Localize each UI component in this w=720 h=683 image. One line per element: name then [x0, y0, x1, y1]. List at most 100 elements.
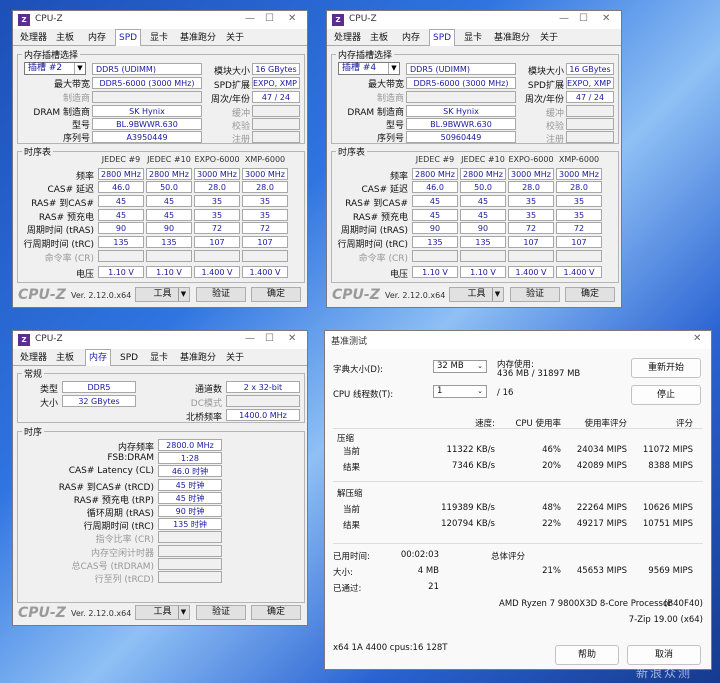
- timing-row-label: RAS# 预充电 (tRP): [73, 495, 154, 506]
- tab-spd[interactable]: SPD: [429, 29, 456, 46]
- nb-freq: 1400.0 MHz: [226, 409, 300, 421]
- col-header: EXPO-6000: [508, 155, 554, 164]
- tools-button[interactable]: 工具 ▼: [449, 287, 504, 302]
- timings-label: 时序: [22, 425, 45, 438]
- zip-version: 7-Zip 19.00 (x64): [628, 615, 703, 625]
- footer: CPU-Z Ver. 2.12.0.x64 工具 ▼ 验证 确定: [327, 285, 621, 307]
- slot-select[interactable]: 插槽 #4 ▼: [338, 62, 400, 75]
- dc-mode: [226, 395, 300, 407]
- tab-about[interactable]: 关于: [223, 351, 247, 365]
- value-cell: 10751 MIPS: [642, 519, 693, 529]
- minimize-button[interactable]: —: [245, 13, 255, 24]
- dict-size-select[interactable]: 32 MB ⌄: [433, 360, 487, 373]
- timing-cell: 45: [412, 209, 458, 221]
- cpuz-logo: CPU-Z: [332, 287, 380, 303]
- timing-row-value: [158, 571, 222, 583]
- tab-memory[interactable]: 内存: [399, 31, 423, 45]
- timing-cell: [146, 250, 192, 262]
- timing-cell: 2800 MHz: [412, 168, 458, 180]
- slot-select[interactable]: 插槽 #2 ▼: [24, 62, 86, 75]
- maximize-button[interactable]: ☐: [265, 333, 274, 344]
- close-button[interactable]: ✕: [288, 13, 296, 24]
- value-cell: 11072 MIPS: [642, 445, 693, 455]
- correction-label: 校验: [231, 122, 250, 132]
- buffered-label: 缓冲: [545, 109, 564, 119]
- timing-cell: 90: [98, 222, 144, 234]
- tab-mainboard[interactable]: 主板: [53, 31, 77, 45]
- tab-bench[interactable]: 基准跑分: [491, 31, 533, 45]
- tab-memory[interactable]: 内存: [85, 349, 112, 366]
- decompress-heading: 解压缩: [337, 489, 363, 499]
- rcd-label: RAS# 到CAS#: [31, 199, 94, 209]
- chevron-down-icon: ▼: [178, 606, 188, 619]
- timing-cell: 50.0: [146, 181, 192, 193]
- ok-button[interactable]: 确定: [251, 605, 301, 620]
- tab-cpu[interactable]: 处理器: [17, 351, 50, 365]
- ok-button[interactable]: 确定: [251, 287, 301, 302]
- part-number-label: 型号: [385, 121, 404, 131]
- slot-select-group: 内存插槽选择 插槽 #4 ▼ DDR5 (UDIMM) 最大带宽 DDR5-600…: [331, 48, 619, 145]
- validate-button[interactable]: 验证: [196, 605, 246, 620]
- tab-bench[interactable]: 基准跑分: [177, 31, 219, 45]
- restart-button[interactable]: 重新开始: [631, 358, 701, 378]
- tab-cpu[interactable]: 处理器: [17, 31, 50, 45]
- chevron-down-icon: ▼: [74, 63, 85, 74]
- tab-memory[interactable]: 内存: [85, 31, 109, 45]
- timing-cell: 1.10 V: [412, 266, 458, 278]
- timing-row-value: 45 时钟: [158, 491, 222, 504]
- timing-cell: 135: [460, 236, 506, 248]
- title-bar: 基准测试 ✕: [325, 331, 711, 349]
- close-button[interactable]: ✕: [693, 333, 701, 344]
- watermark: 新浪众测: [636, 666, 693, 680]
- minimize-button[interactable]: —: [245, 333, 255, 344]
- cancel-button[interactable]: 取消: [627, 645, 701, 665]
- tools-button[interactable]: 工具 ▼: [135, 605, 190, 620]
- title-bar: Z CPU-Z — ☐ ✕: [13, 331, 307, 349]
- timing-cell: 50.0: [460, 181, 506, 193]
- value-cell: 119389 KB/s: [441, 503, 495, 513]
- validate-button[interactable]: 验证: [510, 287, 560, 302]
- tab-about[interactable]: 关于: [223, 31, 247, 45]
- close-button[interactable]: ✕: [602, 13, 610, 24]
- tab-spd[interactable]: SPD: [117, 351, 141, 365]
- tab-graphics[interactable]: 显卡: [147, 31, 171, 45]
- buffered: [252, 105, 300, 117]
- value-cell: 42089 MIPS: [576, 461, 627, 471]
- group-label: 内存插槽选择: [22, 48, 81, 61]
- maximize-button[interactable]: ☐: [265, 13, 274, 24]
- minimize-button[interactable]: —: [559, 13, 569, 24]
- registered-label: 注册: [545, 135, 564, 145]
- manufacturer: [406, 91, 516, 103]
- threads-select[interactable]: 1 ⌄: [433, 385, 487, 398]
- timing-cell: 45: [98, 209, 144, 221]
- tab-cpu[interactable]: 处理器: [331, 31, 364, 45]
- col-header: XMP-6000: [244, 155, 286, 164]
- maximize-button[interactable]: ☐: [579, 13, 588, 24]
- timing-cell: 1.400 V: [242, 266, 288, 278]
- tab-mainboard[interactable]: 主板: [53, 351, 77, 365]
- tab-graphics[interactable]: 显卡: [461, 31, 485, 45]
- chevron-down-icon: ⌄: [477, 387, 483, 395]
- tab-about[interactable]: 关于: [537, 31, 561, 45]
- ok-button[interactable]: 确定: [565, 287, 615, 302]
- stop-button[interactable]: 停止: [631, 385, 701, 405]
- timing-cell: 72: [556, 222, 602, 234]
- value-cell: 48%: [542, 503, 561, 513]
- tab-graphics[interactable]: 显卡: [147, 351, 171, 365]
- module-size: 16 GBytes: [566, 63, 614, 75]
- cpuz-spd-window-2: Z CPU-Z — ☐ ✕ 处理器 主板 内存 SPD 显卡 基准跑分 关于 内…: [326, 10, 622, 308]
- close-button[interactable]: ✕: [288, 333, 296, 344]
- timings-table-group: 时序表 JEDEC #9 JEDEC #10 EXPO-6000 XMP-600…: [331, 145, 619, 283]
- current-label: 当前: [343, 447, 361, 457]
- tools-button[interactable]: 工具 ▼: [135, 287, 190, 302]
- validate-button[interactable]: 验证: [196, 287, 246, 302]
- tab-spd[interactable]: SPD: [115, 29, 142, 46]
- tab-bench[interactable]: 基准跑分: [177, 351, 219, 365]
- col-header: EXPO-6000: [194, 155, 240, 164]
- cpuz-app-icon: Z: [332, 14, 344, 26]
- cr-label: 命令率 (CR): [44, 254, 94, 264]
- help-button[interactable]: 帮助: [555, 645, 619, 665]
- tab-mainboard[interactable]: 主板: [367, 31, 391, 45]
- footer: CPU-Z Ver. 2.12.0.x64 工具 ▼ 验证 确定: [13, 285, 307, 307]
- timing-cell: 2800 MHz: [460, 168, 506, 180]
